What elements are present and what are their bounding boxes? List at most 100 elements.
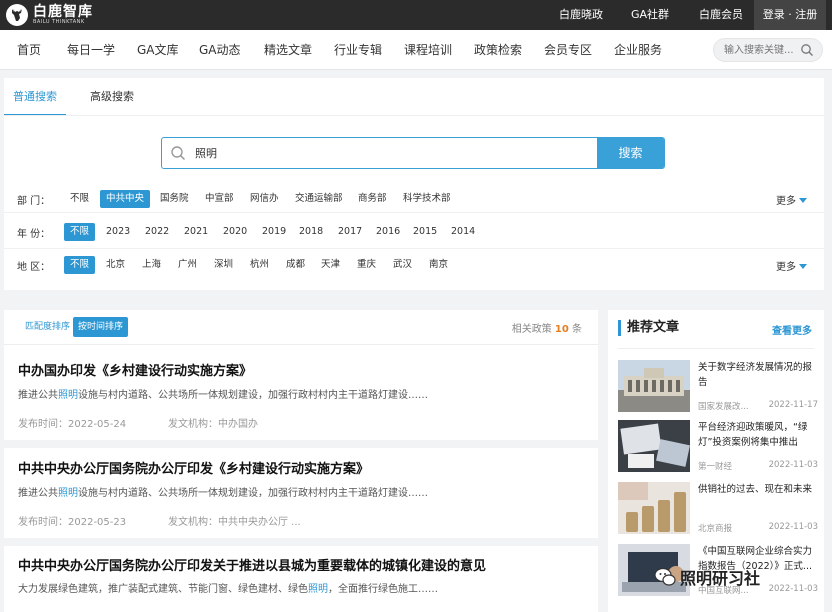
chip-dept-science[interactable]: 科学技术部 [400,190,454,208]
search-button[interactable]: 搜索 [597,138,664,168]
result-date: 发布时间：2022-05-24 [18,419,127,430]
recommended-article[interactable]: 供销社的过去、现在和未来 北京商报 2022-11-03 [618,482,818,540]
nav-search-box [713,38,823,62]
sort-by-relevance-button[interactable]: 匹配度排序 [20,317,75,337]
chevron-down-icon [799,198,807,203]
search-icon [171,146,186,161]
main-nav: 首页 每日一学 GA文库 GA动态 精选文章 行业专辑 课程培训 政策检索 会员… [0,30,832,70]
brand-logo[interactable]: 白鹿智库 BAILU THINKTANK [6,4,93,26]
result-title[interactable]: 中办国办印发《乡村建设行动实施方案》 [18,360,252,379]
chip-dept-state-council[interactable]: 国务院 [157,190,192,208]
topnav-bailu-xiaozheng[interactable]: 白鹿晓政 [559,0,603,30]
nav-ga-library[interactable]: GA文库 [137,30,179,70]
watermark: 照明研习社 [654,566,760,588]
nav-search-input[interactable] [724,42,800,58]
brand-name: 白鹿智库 [33,3,93,20]
chip-dept-cyberspace[interactable]: 网信办 [247,190,282,208]
recommended-title: 推荐文章 [618,320,679,336]
chip-dept-transport[interactable]: 交通运输部 [292,190,346,208]
topnav-ga-community[interactable]: GA社群 [631,0,669,30]
filter-label-region: 地 区： [17,262,51,273]
filter-row-region: 地 区： 不限 北京 上海 广州 深圳 杭州 成都 天津 重庆 武汉 南京 更多 [4,252,824,278]
result-snippet: 推进公共照明设施与村内道路、公共场所一体规划建设，加强行政村村内主干道路灯建设…… [18,390,428,401]
chip-year-2022[interactable]: 2022 [142,223,172,241]
wechat-icon [654,567,676,586]
chip-year-2018[interactable]: 2018 [296,223,326,241]
more-departments-toggle[interactable]: 更多 [776,192,807,207]
filter-row-year: 年 份： 不限 2023 2022 2021 2020 2019 2018 20… [4,219,824,245]
chip-region-chongqing[interactable]: 重庆 [354,256,379,274]
chip-year-2023[interactable]: 2023 [103,223,133,241]
tab-advanced-search[interactable]: 高级搜索 [90,78,134,116]
nav-training[interactable]: 课程培训 [404,30,452,70]
policy-search-input[interactable] [195,144,575,162]
chip-year-2017[interactable]: 2017 [335,223,365,241]
view-more-link[interactable]: 查看更多 [772,322,812,337]
article-source: 北京商报 [698,524,733,534]
nav-daily-learning[interactable]: 每日一学 [67,30,115,70]
nav-policy-search[interactable]: 政策检索 [474,30,522,70]
nav-member-zone[interactable]: 会员专区 [544,30,592,70]
filter-label-year: 年 份： [17,229,51,240]
result-date: 发布时间：2022-05-23 [18,517,127,528]
chip-region-shenzhen[interactable]: 深圳 [211,256,236,274]
article-source: 第一财经 [698,462,733,472]
results-panel: 匹配度排序 按时间排序 相关政策 10 条 中办国办印发《乡村建设行动实施方案》… [4,310,598,612]
article-date: 2022-11-03 [768,584,818,594]
chip-year-2019[interactable]: 2019 [259,223,289,241]
chip-year-unlimited[interactable]: 不限 [64,223,96,241]
result-title[interactable]: 中共中央办公厅国务院办公厅印发《乡村建设行动实施方案》 [18,458,369,477]
article-thumbnail [618,420,690,472]
deer-logo-icon [6,4,28,26]
recommended-article[interactable]: 关于数字经济发展情况的报告 国家发展改... 2022-11-17 [618,360,818,418]
chip-year-2021[interactable]: 2021 [181,223,211,241]
watermark-text: 照明研习社 [680,569,761,588]
result-org: 发文机构：中办国办 [168,419,258,430]
topnav-membership[interactable]: 白鹿会员 [699,0,743,30]
chip-region-unlimited[interactable]: 不限 [64,256,96,274]
chip-region-beijing[interactable]: 北京 [103,256,128,274]
nav-home[interactable]: 首页 [17,30,41,70]
article-thumbnail [618,360,690,412]
chip-region-hangzhou[interactable]: 杭州 [247,256,272,274]
nav-industry-albums[interactable]: 行业专辑 [334,30,382,70]
chip-region-wuhan[interactable]: 武汉 [390,256,415,274]
article-title: 供销社的过去、现在和未来 [698,484,813,495]
chip-region-guangzhou[interactable]: 广州 [175,256,200,274]
chip-region-shanghai[interactable]: 上海 [139,256,164,274]
more-regions-toggle[interactable]: 更多 [776,258,807,273]
article-title: 关于数字经济发展情况的报告 [698,362,813,388]
tab-basic-search[interactable]: 普通搜索 [4,78,66,116]
chip-dept-central-committee[interactable]: 中共中央 [100,190,151,208]
chip-dept-unlimited[interactable]: 不限 [67,190,92,208]
chip-region-nanjing[interactable]: 南京 [426,256,451,274]
chip-year-2016[interactable]: 2016 [373,223,403,241]
article-date: 2022-11-17 [768,400,818,410]
recommended-article[interactable]: 平台经济迎政策暖风，“绿灯”投资案例将集中推出 第一财经 2022-11-03 [618,420,818,478]
filter-label-department: 部 门： [17,196,51,207]
policy-search-bar: 搜索 [161,137,665,169]
result-title[interactable]: 中共中央办公厅国务院办公厅印发关于推进以县城为重要载体的城镇化建设的意见 [18,555,486,574]
article-source: 国家发展改... [698,402,749,412]
nav-featured-articles[interactable]: 精选文章 [264,30,312,70]
article-date: 2022-11-03 [768,522,818,532]
article-date: 2022-11-03 [768,460,818,470]
chip-dept-publicity[interactable]: 中宣部 [202,190,237,208]
search-icon[interactable] [800,43,814,57]
chip-region-tianjin[interactable]: 天津 [318,256,343,274]
chip-year-2014[interactable]: 2014 [448,223,478,241]
nav-enterprise-services[interactable]: 企业服务 [614,30,662,70]
brand-name-en: BAILU THINKTANK [33,18,85,25]
login-register-button[interactable]: 登录 · 注册 [754,0,826,30]
sort-by-time-button[interactable]: 按时间排序 [73,317,129,337]
result-snippet: 大力发展绿色建筑，推广装配式建筑、节能门窗、绿色建材、绿色照明，全面推行绿色施工… [18,584,438,595]
chip-region-chengdu[interactable]: 成都 [283,256,308,274]
nav-ga-news[interactable]: GA动态 [199,30,241,70]
chip-dept-commerce[interactable]: 商务部 [355,190,390,208]
result-org: 发文机构：中共中央办公厅 ... [168,517,301,528]
chip-year-2015[interactable]: 2015 [410,223,440,241]
chip-year-2020[interactable]: 2020 [220,223,250,241]
result-count: 相关政策 10 条 [511,324,582,335]
chevron-down-icon [799,264,807,269]
result-snippet: 推进公共照明设施与村内道路、公共场所一体规划建设，加强行政村村内主干道路灯建设…… [18,488,428,499]
